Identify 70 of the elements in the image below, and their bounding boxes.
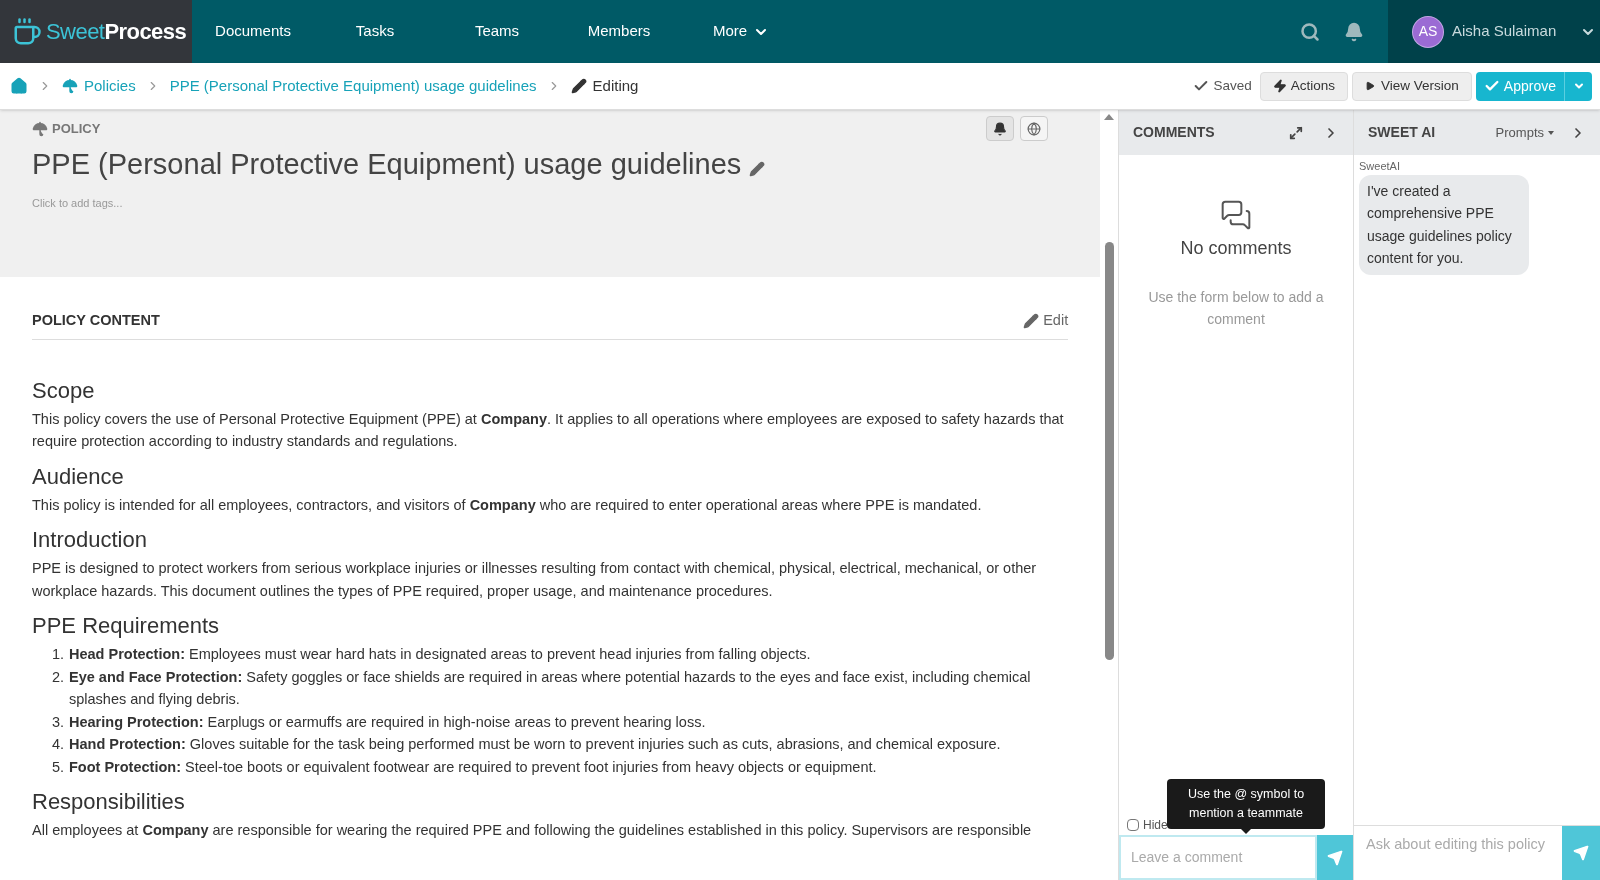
content-heading: Introduction bbox=[32, 526, 148, 555]
paragraph: This policy is intended for all employees, contractors, and visitors of Company who are required to enter operational areas where PPE is mandated. bbox=[32, 495, 983, 515]
nav-link[interactable]: Teams bbox=[436, 20, 558, 43]
approve-menu-button[interactable] bbox=[1564, 71, 1592, 101]
list-item: Head Protection: Employees must wear hard hats in designated areas to prevent head injuries from falling objects. bbox=[69, 645, 811, 665]
breadcrumb-current: Editing bbox=[570, 74, 639, 98]
logo[interactable]: SweetProcess bbox=[0, 0, 192, 63]
nav-link[interactable]: Members bbox=[558, 20, 680, 43]
cup-icon bbox=[12, 16, 42, 47]
bolt-icon bbox=[1272, 79, 1287, 93]
list-item: Foot Protection: Steel-toe boots or equivalent footwear are required to prevent foot injuries from heavy objects or equipment. bbox=[69, 757, 877, 777]
umbrella-icon bbox=[62, 78, 78, 94]
content-heading: Audience bbox=[32, 462, 125, 491]
bell-icon bbox=[993, 121, 1008, 136]
globe-icon bbox=[1027, 121, 1042, 136]
checkbox-label: Hide bbox=[1143, 817, 1168, 834]
umbrella-icon bbox=[32, 120, 48, 137]
list-item: Eye and Face Protection: Safety goggles or face shields are required in areas where potential hazards to the eyes and face exist, including chemical splashes and flying debris. bbox=[69, 667, 1032, 710]
list-number: 5. bbox=[52, 757, 66, 777]
checkbox[interactable] bbox=[1127, 819, 1139, 831]
tooltip-pointer bbox=[1241, 829, 1251, 834]
nav-link[interactable]: Tasks bbox=[314, 20, 436, 43]
notify-button[interactable] bbox=[986, 116, 1015, 141]
prompts-dropdown[interactable]: Prompts bbox=[1495, 122, 1554, 143]
send-icon bbox=[1327, 849, 1343, 866]
message-sender: SweetAI bbox=[1359, 159, 1401, 174]
list-number: 2. bbox=[52, 667, 66, 687]
edit-link[interactable]: Edit bbox=[1023, 310, 1069, 332]
nav-link[interactable]: Documents bbox=[192, 20, 314, 43]
search-icon[interactable] bbox=[1300, 21, 1320, 42]
empty-title: No comments bbox=[1180, 237, 1292, 260]
list-item: Hearing Protection: Earplugs or earmuffs are required in high-noise areas to prevent hearing loss. bbox=[69, 712, 706, 732]
pencil-icon[interactable] bbox=[749, 160, 766, 177]
list-number: 3. bbox=[52, 712, 66, 732]
pencil-icon bbox=[570, 78, 587, 94]
content-heading: Responsibilities bbox=[32, 788, 186, 817]
document-type: POLICY bbox=[32, 118, 101, 139]
avatar: AS bbox=[1412, 15, 1444, 48]
comments-icon bbox=[1220, 199, 1252, 231]
tooltip: Use the @ symbol to mention a teammate bbox=[1167, 779, 1325, 829]
user-menu[interactable]: AS Aisha Sulaiman bbox=[1388, 0, 1600, 63]
section-heading: POLICY CONTENT bbox=[32, 311, 160, 330]
paragraph: All employees at Company are responsible for wearing the required PPE and following the guidelines established in this policy. Supervisors are responsible bbox=[32, 821, 1033, 841]
empty-hint: Use the form below to add a comment bbox=[1147, 288, 1325, 329]
expand-icon[interactable] bbox=[1289, 125, 1303, 140]
paragraph: This policy covers the use of Personal Protective Equipment (PPE) at Company. It applies to all operations where employees are exposed to safety hazards that require protection according to industry standards and regulations. bbox=[32, 409, 1065, 452]
save-status: Saved bbox=[1193, 75, 1252, 97]
panel-title: COMMENTS bbox=[1133, 123, 1216, 142]
actions-button[interactable]: Actions bbox=[1259, 71, 1349, 101]
home-icon[interactable] bbox=[10, 77, 28, 95]
document-title: PPE (Personal Protective Equipment) usage guidelines bbox=[32, 147, 742, 182]
brand-name: SweetProcess bbox=[46, 18, 187, 46]
view-version-button[interactable]: View Version bbox=[1352, 71, 1472, 101]
comment-field[interactable]: Leave a comment bbox=[1119, 835, 1317, 880]
play-icon bbox=[1365, 81, 1376, 91]
ai-prompt-field[interactable]: Ask about editing this policy bbox=[1354, 826, 1562, 880]
list-number: 1. bbox=[52, 645, 66, 665]
user-name: Aisha Sulaiman bbox=[1452, 21, 1557, 42]
pencil-icon bbox=[1023, 312, 1040, 329]
paragraph: PPE is designed to protect workers from serious workplace injuries or illnesses resulting from contact with chemical, physical, electrical, mechanical, or other workplace hazards. This document outlines the types of PPE required, proper usage, and maintenance procedures. bbox=[32, 559, 1038, 601]
notifications-icon[interactable] bbox=[1344, 21, 1364, 42]
nav-link[interactable]: More bbox=[680, 20, 802, 43]
content-heading: PPE Requirements bbox=[32, 612, 221, 641]
visibility-button[interactable] bbox=[1020, 116, 1049, 141]
list-number: 4. bbox=[52, 735, 66, 755]
content-heading: Scope bbox=[32, 376, 96, 405]
message-bubble: I've created a comprehensive PPE usage guidelines policy content for you. bbox=[1359, 174, 1529, 275]
send-icon bbox=[1573, 845, 1589, 861]
list-item: Hand Protection: Gloves suitable for the task being performed must be worn to prevent injuries such as cuts, abrasions, and chemical exposure. bbox=[69, 735, 1001, 755]
panel-title: SWEET AI bbox=[1368, 123, 1437, 142]
